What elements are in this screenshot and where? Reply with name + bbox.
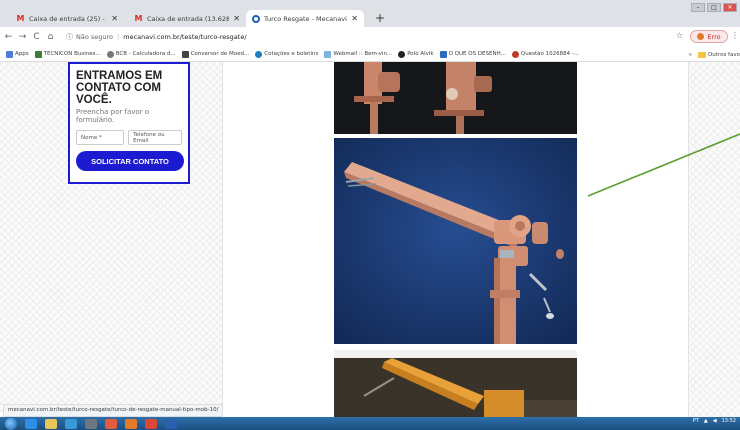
bookmark-icon	[106, 50, 114, 58]
gmail-icon: M	[134, 14, 143, 23]
apps-icon	[6, 50, 13, 58]
security-label: Não seguro	[76, 32, 114, 41]
bookmark-label: BCB - Calculadora d...	[115, 51, 176, 57]
tab-title: Caixa de entrada (25) - amasson...	[29, 14, 107, 23]
bookmarks-overflow-button[interactable]: »	[689, 52, 692, 58]
volume-icon[interactable]: ◀	[713, 418, 717, 424]
bookmark-item[interactable]: Polo Alvik	[398, 50, 434, 58]
bookmark-label: Polo Alvik	[407, 51, 434, 57]
browser-toolbar: ← → C ⌂ ⓘ Não seguro | mecanavi.com.br/t…	[0, 27, 740, 47]
bookmarks-bar: Apps TECNICON Busines... BCB - Calculado…	[0, 47, 740, 62]
tab-gmail-1[interactable]: M Caixa de entrada (25) - amasson... ✕	[10, 10, 124, 27]
profile-label: Erro	[707, 32, 721, 41]
bookmark-label: Questão 1026884 -...	[520, 51, 580, 57]
close-window-button[interactable]: ✕	[723, 3, 737, 12]
info-icon[interactable]: ⓘ	[66, 32, 73, 42]
bookmark-icon	[511, 50, 519, 58]
word-icon[interactable]	[165, 418, 177, 429]
chrome-icon[interactable]	[105, 418, 117, 429]
bookmark-icon	[398, 50, 406, 58]
status-bar-url: mecanavi.com.br/teste/turco-resgate/turc…	[3, 404, 224, 417]
chrome-icon[interactable]	[145, 418, 157, 429]
avatar	[697, 33, 705, 40]
browser-tabstrip: M Caixa de entrada (25) - amasson... ✕ M…	[0, 0, 740, 27]
other-bookmarks[interactable]: Outros favo	[708, 52, 740, 58]
bookmark-item[interactable]: BCB - Calculadora d...	[106, 50, 176, 58]
reload-icon[interactable]: C	[31, 32, 42, 42]
bookmark-label: Webmail :: Bem-vin...	[333, 51, 393, 57]
language-indicator[interactable]: PT	[693, 418, 699, 424]
bookmark-label: TECNICON Busines...	[43, 51, 101, 57]
media-icon[interactable]	[65, 418, 77, 429]
network-icon[interactable]: ▲	[704, 418, 708, 424]
tab-title: Caixa de entrada (13.628) - amc...	[147, 14, 230, 23]
bookmarks-right: » Outros favo	[689, 47, 740, 61]
page-content: ENTRAMOS EM CONTATO COM VOCÊ. Preencha p…	[0, 62, 740, 417]
maximize-button[interactable]: □	[707, 3, 721, 12]
bookmark-icon	[181, 50, 189, 58]
bookmark-item[interactable]: Conversor de Moed...	[181, 50, 250, 58]
tab-gmail-2[interactable]: M Caixa de entrada (13.628) - amc... ✕	[128, 10, 246, 27]
forward-icon[interactable]: →	[17, 32, 28, 42]
bookmark-item[interactable]: TECNICON Busines...	[34, 50, 101, 58]
firefox-icon[interactable]	[125, 418, 137, 429]
tab-title: Turco Resgate - Mecanavi	[264, 14, 347, 23]
site-icon	[252, 14, 260, 23]
bookmark-star-icon[interactable]: ☆	[676, 31, 683, 40]
url-text[interactable]: mecanavi.com.br/teste/turco-resgate/	[123, 33, 246, 41]
address-bar[interactable]: ⓘ Não seguro | mecanavi.com.br/teste/tur…	[66, 29, 666, 44]
system-tray: PT ▲ ◀ 13:52	[693, 418, 736, 424]
app-icon[interactable]	[85, 418, 97, 429]
bookmark-icon	[439, 50, 447, 58]
bookmark-icon	[324, 50, 332, 58]
profile-button[interactable]: Erro	[690, 30, 728, 43]
bookmark-label: Conversor de Moed...	[190, 51, 250, 57]
bookmark-icon	[255, 50, 263, 58]
bookmark-item[interactable]: O QUE OS DESENH...	[439, 50, 506, 58]
taskbar: PT ▲ ◀ 13:52	[0, 417, 740, 430]
annotation-pointer-line	[587, 133, 740, 197]
bookmark-item[interactable]: Webmail :: Bem-vin...	[324, 50, 393, 58]
bookmark-icon	[34, 50, 42, 58]
bookmark-label: Apps	[15, 51, 29, 57]
bookmark-item[interactable]: Questão 1026884 -...	[511, 50, 580, 58]
bookmark-label: Cotações e boletins	[264, 51, 319, 57]
divider: |	[117, 32, 120, 41]
home-icon[interactable]: ⌂	[45, 32, 56, 42]
close-tab-icon[interactable]: ✕	[111, 14, 118, 23]
ie-icon[interactable]	[25, 418, 37, 429]
close-tab-icon[interactable]: ✕	[351, 14, 358, 23]
bookmark-label: O QUE OS DESENH...	[448, 51, 506, 57]
menu-icon[interactable]: ⋮	[731, 31, 739, 40]
new-tab-button[interactable]: +	[373, 11, 387, 25]
folder-icon[interactable]	[45, 418, 57, 429]
minimize-button[interactable]: –	[691, 3, 705, 12]
clock[interactable]: 13:52	[722, 418, 736, 424]
tab-turco-resgate[interactable]: Turco Resgate - Mecanavi ✕	[246, 10, 364, 27]
close-tab-icon[interactable]: ✕	[233, 14, 240, 23]
gmail-icon: M	[16, 14, 25, 23]
bookmark-item[interactable]: Cotações e boletins	[255, 50, 319, 58]
window-controls: – □ ✕	[691, 3, 737, 12]
folder-icon	[697, 51, 706, 58]
start-button[interactable]	[5, 417, 17, 430]
back-icon[interactable]: ←	[3, 32, 14, 42]
bookmark-apps[interactable]: Apps	[6, 50, 29, 58]
